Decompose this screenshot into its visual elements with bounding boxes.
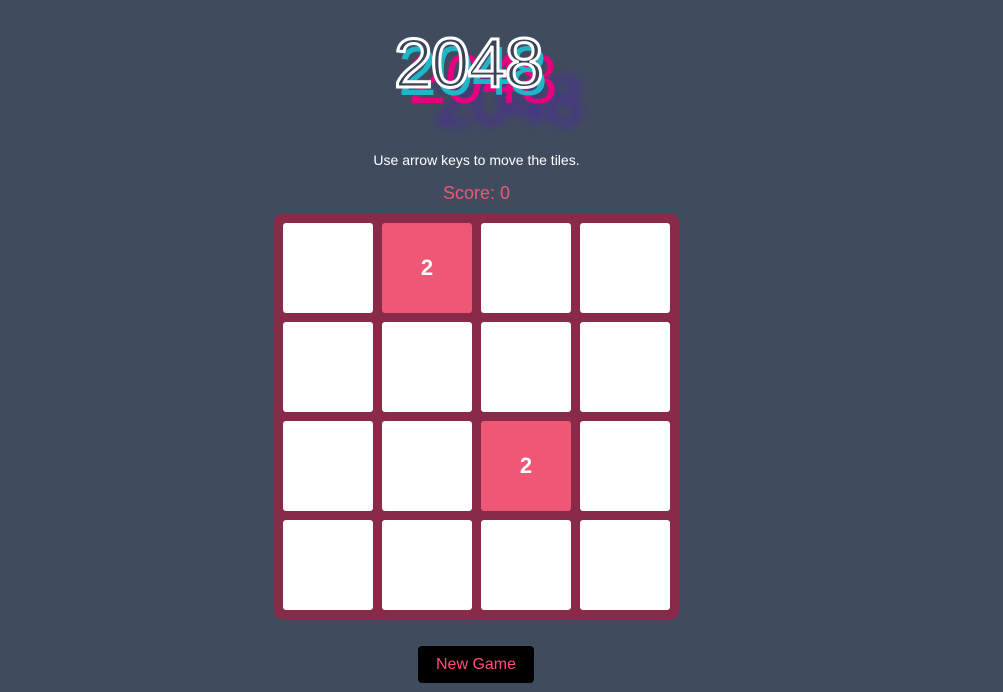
- empty-tile: [481, 520, 571, 610]
- empty-tile: [382, 421, 472, 511]
- empty-tile: [580, 520, 670, 610]
- empty-tile: [580, 223, 670, 313]
- empty-tile: [283, 223, 373, 313]
- tile-2: 2: [382, 223, 472, 313]
- game-board: 22: [274, 214, 679, 619]
- instructions-text: Use arrow keys to move the tiles.: [373, 152, 580, 168]
- empty-tile: [382, 520, 472, 610]
- empty-tile: [283, 520, 373, 610]
- new-game-button[interactable]: New Game: [418, 646, 534, 683]
- empty-tile: [283, 421, 373, 511]
- empty-tile: [481, 322, 571, 412]
- tile-2: 2: [481, 421, 571, 511]
- empty-tile: [580, 322, 670, 412]
- empty-tile: [283, 322, 373, 412]
- game-logo: 2048 2048 2048 2048: [388, 24, 618, 144]
- score-display: Score: 0: [442, 183, 511, 203]
- logo-text: 2048: [393, 24, 546, 102]
- empty-tile: [580, 421, 670, 511]
- empty-tile: [382, 322, 472, 412]
- empty-tile: [481, 223, 571, 313]
